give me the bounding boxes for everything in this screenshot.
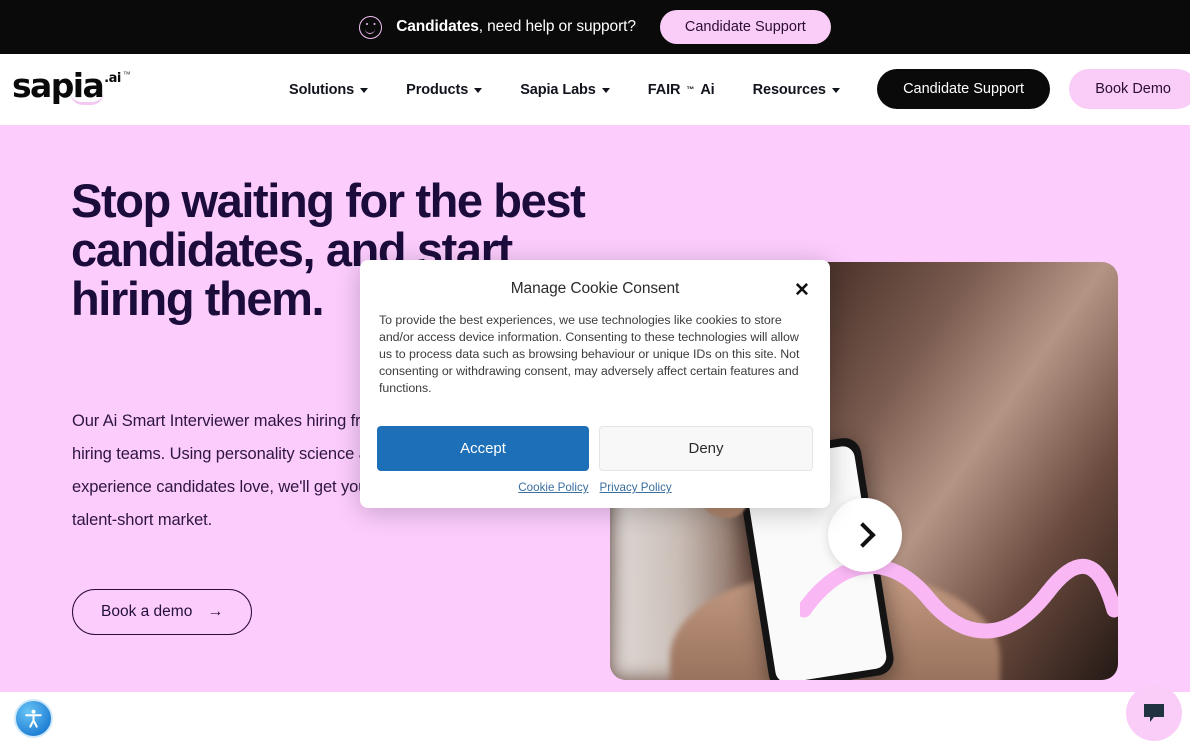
nav-item-label: Products [406,81,469,98]
chevron-down-icon [831,88,840,93]
cookie-consent-dialog: Manage Cookie Consent ✕ To provide the b… [360,260,830,508]
main-navbar: sapia .ai ™ Solutions Products Sapia Lab… [0,54,1190,125]
close-icon[interactable]: ✕ [791,279,813,301]
nav-book-demo-button[interactable]: Book Demo [1069,69,1190,109]
cookie-dialog-title: Manage Cookie Consent [510,280,680,297]
chevron-down-icon [360,88,369,93]
chevron-down-icon [474,88,483,93]
nav-item-sapia-labs[interactable]: Sapia Labs [501,82,629,98]
nav-item-fair-ai[interactable]: FAIR ™ Ai [629,82,734,98]
nav-links: Solutions Products Sapia Labs FAIR ™ Ai R… [270,54,950,125]
cookie-dialog-body: To provide the best experiences, we use … [379,313,800,395]
nav-item-solutions[interactable]: Solutions [270,82,387,98]
announcement-candidate-support-button[interactable]: Candidate Support [659,10,831,44]
logo-trademark: ™ [122,70,131,79]
accept-button[interactable]: Accept [377,426,589,471]
announcement-text: Candidates, need help or support? [396,18,636,36]
announcement-bar: Candidates, need help or support? Candid… [0,0,1190,54]
accessibility-widget-button[interactable] [14,699,53,738]
smiley-icon [359,15,383,39]
announcement-text-bold: Candidates [396,18,479,35]
nav-candidate-support-button[interactable]: Candidate Support [877,69,1050,109]
nav-item-label: Solutions [289,81,355,98]
deny-button[interactable]: Deny [599,426,813,471]
cookie-dialog-actions: Accept Deny [377,426,813,471]
accessibility-person-icon [25,709,42,728]
logo-suffix: .ai [104,71,121,86]
arrow-right-icon: → [207,603,224,620]
nav-item-trademark: ™ [686,85,695,94]
nav-item-label: Resources [752,81,826,98]
privacy-policy-link[interactable]: Privacy Policy [600,481,672,494]
chevron-down-icon [601,88,610,93]
nav-item-resources[interactable]: Resources [734,82,859,98]
page-root: Candidates, need help or support? Candid… [0,0,1190,753]
chevron-right-icon [849,522,876,548]
hero-book-a-demo-button[interactable]: Book a demo → [72,589,253,635]
cookie-policy-link[interactable]: Cookie Policy [518,481,588,494]
nav-item-label-suffix: Ai [700,81,715,98]
carousel-next-button[interactable] [828,498,902,572]
chat-widget-button[interactable] [1126,685,1182,741]
announcement-text-rest: , need help or support? [478,18,636,35]
chat-bubble-icon [1144,704,1164,722]
nav-item-label: Sapia Labs [520,81,596,98]
hero-book-a-demo-label: Book a demo [101,603,193,620]
cookie-dialog-links: Cookie Policy Privacy Policy [377,481,813,494]
nav-item-label: FAIR [647,81,681,98]
nav-item-products[interactable]: Products [387,82,501,98]
